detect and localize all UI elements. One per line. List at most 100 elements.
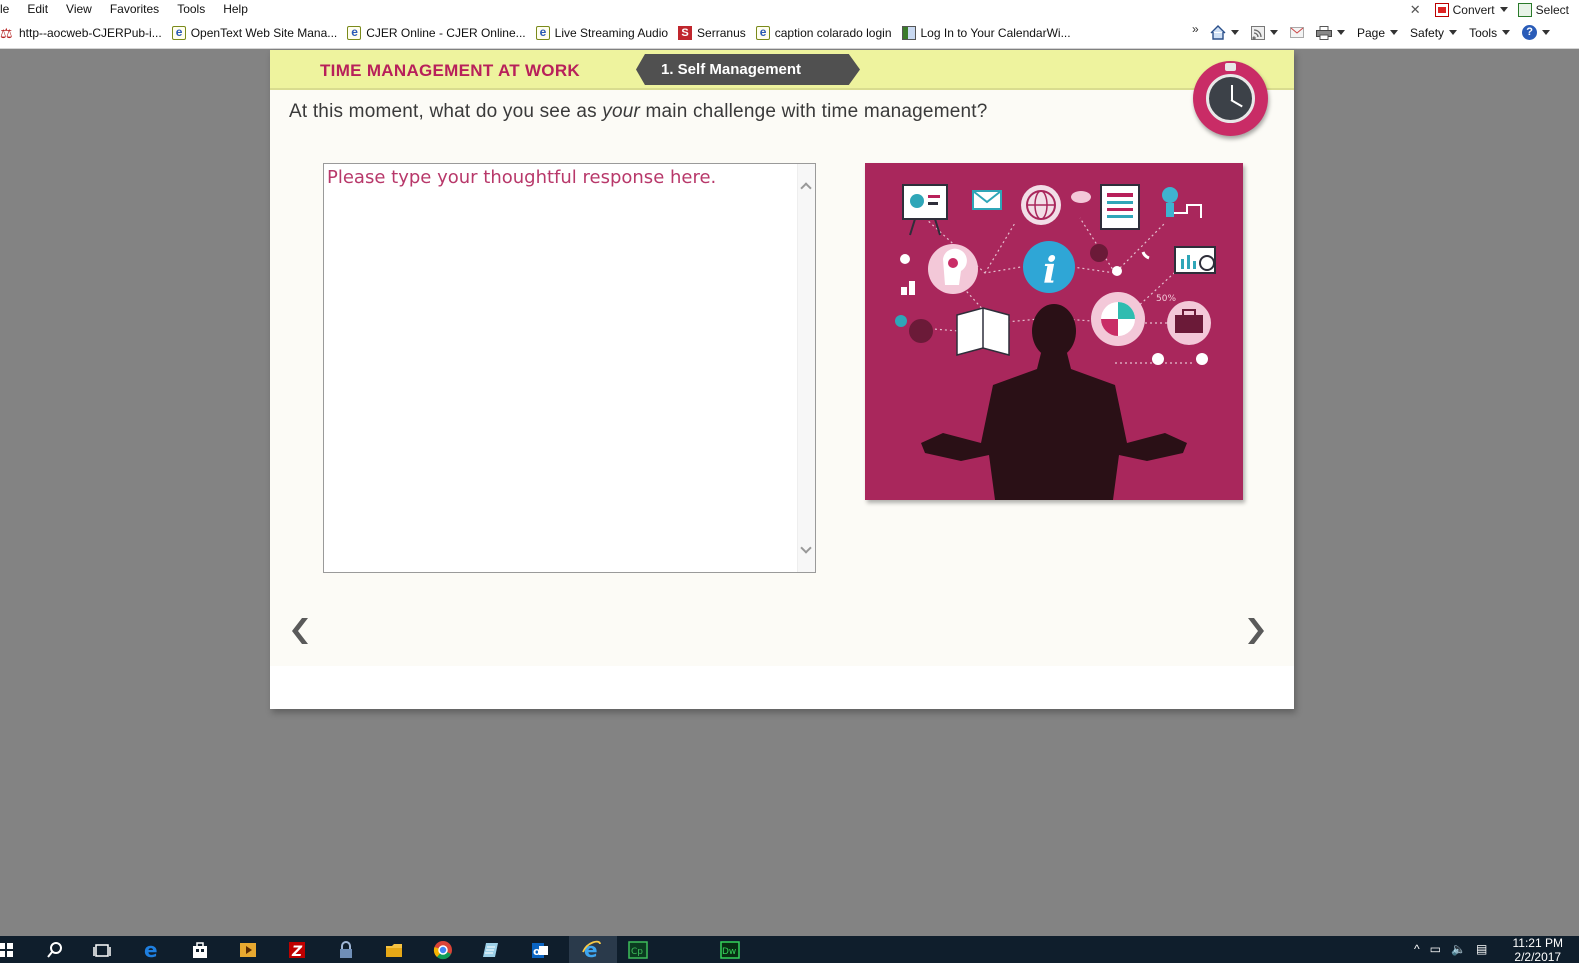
filezilla-icon[interactable]: Z — [287, 940, 307, 960]
menu-favorites[interactable]: Favorites — [110, 2, 159, 16]
outlook-icon[interactable]: o — [530, 940, 550, 960]
svg-text:Cp: Cp — [631, 947, 643, 957]
favorite-label: Serranus — [697, 26, 746, 40]
scroll-up-icon[interactable] — [800, 182, 812, 194]
store-icon[interactable] — [190, 940, 210, 960]
gears-icon — [909, 319, 933, 343]
pdf-toolbar: ✕ Convert Select — [1410, 1, 1579, 18]
stopwatch-knob — [1225, 63, 1236, 71]
chevron-down-icon — [1337, 30, 1345, 35]
feed-icon — [1251, 25, 1265, 40]
chevron-right-icon — [1248, 618, 1264, 644]
next-page-button[interactable] — [1242, 616, 1266, 646]
svg-text:Dw: Dw — [722, 947, 736, 957]
previous-page-button[interactable] — [290, 616, 314, 646]
menu-file[interactable]: le — [0, 2, 9, 16]
question-emphasis: your — [602, 101, 641, 122]
calendarwiz-icon — [901, 26, 916, 40]
read-mail-button[interactable] — [1290, 27, 1304, 38]
media-icon[interactable] — [238, 940, 258, 960]
safety-menu-button[interactable]: Safety — [1410, 26, 1458, 40]
favorite-item[interactable]: Live Streaming Audio — [535, 25, 669, 40]
favorite-item[interactable]: caption colarado login — [755, 25, 892, 40]
chevron-down-icon — [1449, 30, 1458, 35]
home-icon — [1210, 25, 1226, 40]
favorite-item[interactable]: Log In to Your CalendarWi... — [901, 26, 1071, 40]
cloud-icon — [1071, 191, 1091, 203]
business-illustration: i 50% — [865, 163, 1243, 500]
feeds-button[interactable] — [1251, 25, 1278, 40]
response-textarea[interactable]: Please type your thoughtful response her… — [323, 163, 816, 573]
question-text: At this moment, what do you see as your … — [289, 101, 988, 123]
convert-label: Convert — [1452, 2, 1495, 17]
home-button[interactable] — [1210, 25, 1239, 40]
illustration-svg: i 50% — [895, 184, 1216, 500]
chevron-up-icon[interactable]: ^ — [1414, 942, 1420, 956]
course-title: TIME MANAGEMENT AT WORK — [320, 61, 580, 80]
search-icon[interactable] — [45, 940, 65, 960]
favorite-item[interactable]: CJER Online - CJER Online... — [347, 25, 526, 40]
file-explorer-icon[interactable] — [384, 940, 404, 960]
lock-icon[interactable] — [336, 940, 356, 960]
course-slide: TIME MANAGEMENT AT WORK 1. Self Manageme… — [270, 50, 1294, 709]
question-part: main challenge with time management? — [640, 101, 988, 122]
small-bars-icon — [901, 287, 907, 295]
chevron-down-icon — [1270, 30, 1278, 35]
convert-button[interactable]: Convert — [1434, 2, 1508, 17]
chrome-icon[interactable] — [433, 940, 453, 960]
notepad-icon[interactable] — [481, 940, 501, 960]
menu-tools[interactable]: Tools — [177, 2, 205, 16]
tools-menu-button[interactable]: Tools — [1469, 25, 1511, 40]
chevron-down-icon — [1231, 30, 1239, 35]
network-node-icon — [1112, 266, 1122, 276]
mail-icon — [1290, 27, 1304, 38]
help-button[interactable]: ? — [1522, 25, 1551, 40]
favorite-item[interactable]: OpenText Web Site Mana... — [171, 25, 337, 40]
print-button[interactable] — [1316, 25, 1345, 40]
favorite-item[interactable]: S Serranus — [678, 26, 746, 40]
ie-page-icon — [171, 25, 186, 40]
page-menu-label: Page — [1357, 25, 1386, 40]
dreamweaver-icon[interactable]: Dw — [720, 940, 740, 960]
page-menu-button[interactable]: Page — [1357, 25, 1399, 40]
textarea-scrollbar[interactable] — [797, 164, 815, 572]
menu-view[interactable]: View — [66, 2, 92, 16]
favorite-label: CJER Online - CJER Online... — [366, 26, 526, 40]
internet-explorer-icon[interactable]: e — [582, 940, 602, 960]
select-label: Select — [1535, 2, 1569, 17]
help-icon: ? — [1522, 25, 1538, 40]
response-placeholder: Please type your thoughtful response her… — [327, 167, 717, 188]
select-button[interactable]: Select — [1517, 2, 1569, 17]
menu-help[interactable]: Help — [223, 2, 248, 16]
task-view-icon[interactable] — [92, 940, 112, 960]
windows-taskbar: e Z o e Cp Dw ^ ▭ 🔈 ▤ 11:21 PM 2/2/2017 — [0, 936, 1579, 963]
volume-icon[interactable]: 🔈 — [1451, 942, 1466, 956]
favorite-label: Log In to Your CalendarWi... — [920, 26, 1071, 40]
clock-time: 11:21 PM — [1512, 936, 1563, 950]
cog-small-icon — [1196, 353, 1208, 365]
menu-edit[interactable]: Edit — [27, 2, 48, 16]
favorites-bar: ⚖ http--aocweb-CJERPub-i... OpenText Web… — [0, 19, 1579, 49]
menu-bar: le Edit View Favorites Tools Help ✕ Conv… — [0, 0, 1579, 19]
close-toolbar-icon[interactable]: ✕ — [1410, 2, 1421, 18]
favorite-item[interactable]: ⚖ http--aocweb-CJERPub-i... — [0, 26, 162, 40]
plus-icon — [900, 254, 910, 264]
chevron-down-icon — [1499, 7, 1508, 12]
svg-text:o: o — [533, 945, 541, 958]
network-icon[interactable]: ▭ — [1430, 942, 1441, 956]
favorite-label: Live Streaming Audio — [554, 26, 669, 40]
taskbar-clock[interactable]: 11:21 PM 2/2/2017 — [1513, 936, 1563, 963]
edge-icon[interactable]: e — [142, 940, 162, 960]
scroll-down-icon[interactable] — [800, 542, 812, 554]
phone-icon — [1141, 251, 1150, 260]
captivate-icon[interactable]: Cp — [628, 940, 648, 960]
windows-start-icon[interactable] — [0, 940, 16, 960]
chevron-down-icon — [1502, 30, 1511, 35]
course-slide-footer — [270, 666, 1294, 709]
notifications-icon[interactable]: ▤ — [1476, 942, 1487, 956]
favorites-overflow-button[interactable]: » — [1192, 22, 1199, 36]
chevron-down-icon — [1542, 30, 1551, 35]
tools-menu-label: Tools — [1469, 25, 1498, 40]
percent-label: 50% — [1156, 294, 1176, 304]
system-tray: ^ ▭ 🔈 ▤ — [1414, 942, 1487, 956]
